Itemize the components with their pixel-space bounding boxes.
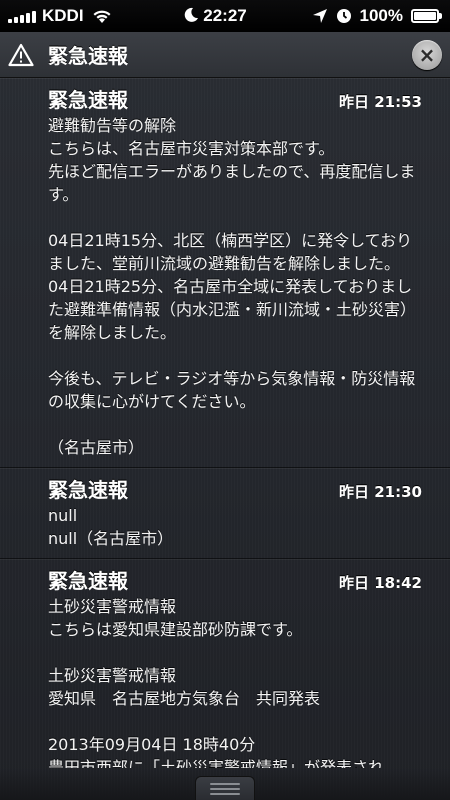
clear-notifications-button[interactable]: × [412, 39, 442, 70]
pull-handle[interactable] [195, 776, 255, 800]
notification-header: 緊急速報 昨日 18:42 [48, 565, 422, 595]
do-not-disturb-moon-icon [184, 7, 198, 22]
notification-time: 昨日 21:30 [339, 483, 422, 501]
notification-header: 緊急速報 昨日 21:30 [48, 474, 422, 504]
notification-title: 緊急速報 [48, 478, 128, 502]
warning-triangle-icon [8, 43, 34, 66]
signal-strength-icon [8, 9, 36, 23]
group-title: 緊急速報 [48, 44, 128, 68]
notification-list[interactable]: 緊急速報 昨日 21:53 避難勧告等の解除 こちらは、名古屋市災害対策本部です… [0, 78, 450, 768]
bottom-bar [0, 768, 450, 800]
notification-group-header: 緊急速報 × [0, 32, 450, 78]
close-icon: × [418, 42, 436, 67]
notification-item[interactable]: 緊急速報 昨日 21:30 null null（名古屋市） [0, 468, 450, 559]
alarm-clock-icon [336, 9, 351, 23]
notification-item[interactable]: 緊急速報 昨日 21:53 避難勧告等の解除 こちらは、名古屋市災害対策本部です… [0, 78, 450, 468]
location-arrow-icon [312, 9, 327, 23]
notification-title: 緊急速報 [48, 569, 128, 593]
notification-body: null null（名古屋市） [48, 506, 174, 548]
wifi-icon [93, 10, 111, 23]
notification-body: 避難勧告等の解除 こちらは、名古屋市災害対策本部です。 先ほど配信エラーがありま… [48, 116, 417, 457]
battery-icon [411, 9, 442, 23]
status-left: KDDI [8, 6, 112, 26]
notification-title: 緊急速報 [48, 88, 128, 112]
status-bar: KDDI 22:27 100% [0, 0, 450, 32]
notification-time: 昨日 18:42 [339, 574, 422, 592]
carrier-name: KDDI [42, 6, 84, 25]
notification-item[interactable]: 緊急速報 昨日 18:42 土砂災害警戒情報 こちらは愛知県建設部砂防課です。 … [0, 559, 450, 768]
status-right: 100% [312, 6, 442, 26]
notification-center-screen: KDDI 22:27 100% 緊急速報 × 緊急速報 昨日 21:53 避難勧… [0, 0, 450, 800]
notification-header: 緊急速報 昨日 21:53 [48, 84, 422, 114]
notification-body: 土砂災害警戒情報 こちらは愛知県建設部砂防課です。 土砂災害警戒情報 愛知県 名… [48, 597, 385, 768]
notification-time: 昨日 21:53 [339, 93, 422, 111]
battery-percentage: 100% [359, 6, 403, 25]
